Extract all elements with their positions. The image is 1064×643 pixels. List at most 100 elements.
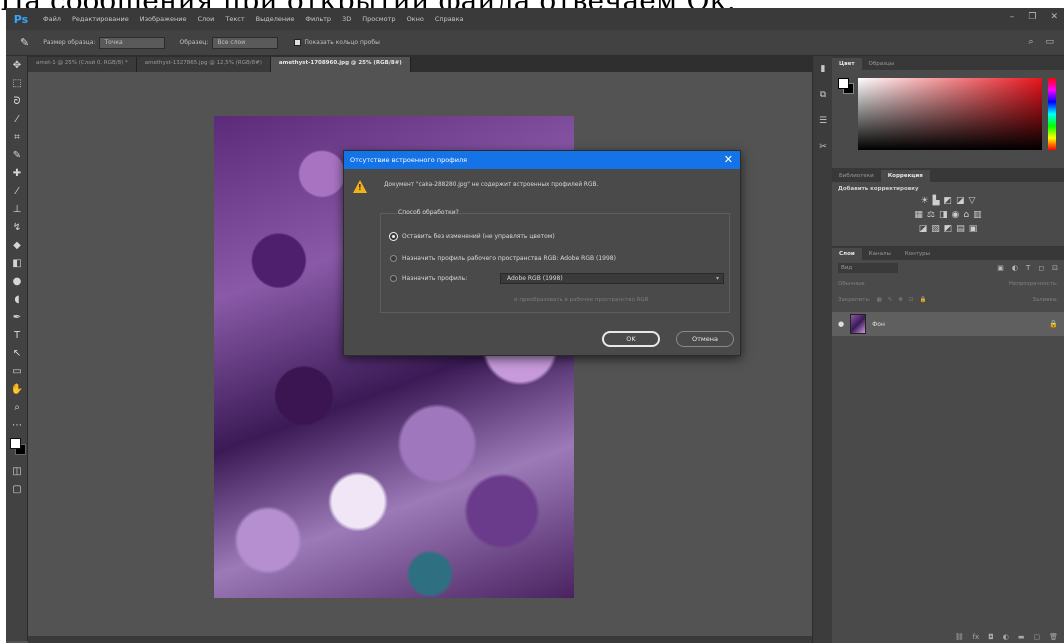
radio-selected[interactable] <box>390 233 397 240</box>
eraser-tool-icon[interactable]: ◆ <box>6 236 28 254</box>
shape-filter-icon[interactable]: ◻ <box>1038 264 1044 272</box>
ok-button[interactable]: OK <box>602 331 660 347</box>
menu-help[interactable]: Справка <box>435 15 464 23</box>
tab-document-2[interactable]: amethyst-1327865.jpg @ 12,5% (RGB/8#) <box>136 57 271 72</box>
tab-color[interactable]: Цвет <box>832 58 862 70</box>
radio[interactable] <box>390 275 397 282</box>
lock-artboard-icon[interactable]: ⊡ <box>909 297 914 303</box>
color-lookup-icon[interactable]: ▥ <box>973 210 982 224</box>
option-leave-as-is[interactable]: Оставить без изменений (не управлять цве… <box>390 233 555 240</box>
close-icon[interactable]: ✕ <box>724 153 733 166</box>
show-ring-checkbox[interactable]: Показать кольцо пробы <box>294 39 380 46</box>
cancel-button[interactable]: Отмена <box>676 331 734 347</box>
tab-swatches[interactable]: Образцы <box>862 61 902 70</box>
mask-icon[interactable]: ◘ <box>988 633 994 641</box>
tab-libraries[interactable]: Библиотеки <box>832 173 881 182</box>
tools-preset-icon[interactable]: ✂ <box>813 134 833 160</box>
sample-select[interactable]: Все слои <box>212 36 279 49</box>
brush-tool-icon[interactable]: ⁄ <box>6 182 28 200</box>
tab-paths[interactable]: Контуры <box>898 251 937 260</box>
color-swatches[interactable] <box>6 434 28 462</box>
panel-foreground-color[interactable] <box>838 78 849 89</box>
histogram-icon[interactable]: ▮ <box>813 56 833 82</box>
posterize-icon[interactable]: ▧ <box>931 224 940 238</box>
sample-size-select[interactable]: Точка <box>99 36 166 49</box>
gradient-tool-icon[interactable]: ◧ <box>6 254 28 272</box>
search-icon[interactable]: ⌕ <box>1028 37 1033 47</box>
black-white-icon[interactable]: ◨ <box>939 210 948 224</box>
magic-wand-icon[interactable]: ⁄ <box>6 110 28 128</box>
invert-icon[interactable]: ◪ <box>919 224 928 238</box>
menu-window[interactable]: Окно <box>407 15 424 23</box>
link-icon[interactable]: ⛓ <box>955 633 964 641</box>
menu-image[interactable]: Изображение <box>140 15 187 23</box>
exposure-icon[interactable]: ◪ <box>956 196 965 210</box>
lock-all-icon[interactable]: 🔒 <box>920 297 927 303</box>
trash-icon[interactable]: 🗑 <box>1049 633 1058 641</box>
zoom-tool-icon[interactable]: ⌕ <box>6 398 28 416</box>
crop-tool-icon[interactable]: ⌗ <box>6 128 28 146</box>
pixel-filter-icon[interactable]: ▣ <box>997 264 1004 272</box>
marquee-tool-icon[interactable]: ⬚ <box>6 74 28 92</box>
type-filter-icon[interactable]: T <box>1026 264 1030 272</box>
menu-select[interactable]: Выделение <box>256 15 295 23</box>
radio[interactable] <box>390 255 397 262</box>
more-tools-icon[interactable]: ⋯ <box>6 416 28 434</box>
checkbox-box[interactable] <box>294 39 302 46</box>
lock-paint-icon[interactable]: ✎ <box>888 297 893 303</box>
blur-tool-icon[interactable]: ● <box>6 272 28 290</box>
option-assign-working[interactable]: Назначить профиль рабочего пространства … <box>390 255 616 262</box>
eyedropper-tool-icon[interactable]: ✎ <box>6 146 28 164</box>
lock-pixels-icon[interactable]: ▦ <box>877 297 882 303</box>
hand-tool-icon[interactable]: ✋ <box>6 380 28 398</box>
tab-layers[interactable]: Слои <box>832 248 862 260</box>
eyedropper-icon[interactable]: ✎ <box>20 36 29 49</box>
screen-mode-icon[interactable]: ▢ <box>6 480 28 498</box>
dodge-tool-icon[interactable]: ◖ <box>6 290 28 308</box>
layer-name[interactable]: Фон <box>872 321 885 328</box>
tab-document-1[interactable]: amet-1 @ 25% (Слой 0, RGB/8) * <box>28 57 137 72</box>
menu-file[interactable]: Файл <box>43 15 61 23</box>
menu-filter[interactable]: Фильтр <box>305 15 331 23</box>
blend-mode-select[interactable]: Обычные <box>838 281 865 287</box>
threshold-icon[interactable]: ◩ <box>944 224 953 238</box>
history-brush-icon[interactable]: ↯ <box>6 218 28 236</box>
path-select-icon[interactable]: ↖ <box>6 344 28 362</box>
curves-icon[interactable]: ◩ <box>944 196 953 210</box>
close-icon[interactable]: ✕ <box>1050 12 1058 22</box>
group-icon[interactable]: ▬ <box>1018 633 1025 641</box>
eye-icon[interactable]: ● <box>838 320 844 328</box>
menu-3d[interactable]: 3D <box>342 15 351 23</box>
photo-filter-icon[interactable]: ◉ <box>952 210 960 224</box>
brightness-icon[interactable]: ☀ <box>921 196 929 210</box>
menu-layers[interactable]: Слои <box>197 15 214 23</box>
new-layer-icon[interactable]: ▢ <box>1033 633 1040 641</box>
layer-filter-select[interactable]: Вид <box>838 263 898 273</box>
history-icon[interactable]: ⧉ <box>813 82 833 108</box>
rectangle-tool-icon[interactable]: ▭ <box>6 362 28 380</box>
pen-tool-icon[interactable]: ✒ <box>6 308 28 326</box>
menu-type[interactable]: Текст <box>225 15 244 23</box>
profile-select[interactable]: Adobe RGB (1998) ▾ <box>500 273 724 284</box>
smart-filter-icon[interactable]: ⊡ <box>1052 264 1058 272</box>
color-balance-icon[interactable]: ⚖ <box>927 210 935 224</box>
tab-channels[interactable]: Каналы <box>862 251 898 260</box>
menu-edit[interactable]: Редактирование <box>72 15 129 23</box>
minimize-icon[interactable]: – <box>1010 12 1015 22</box>
lock-move-icon[interactable]: ✥ <box>898 297 903 303</box>
adjustment-filter-icon[interactable]: ◐ <box>1012 264 1018 272</box>
workspace-icon[interactable]: ▭ <box>1045 37 1054 47</box>
levels-icon[interactable]: ▙ <box>933 196 940 210</box>
healing-brush-icon[interactable]: ✚ <box>6 164 28 182</box>
fx-icon[interactable]: fx <box>973 633 980 641</box>
layer-row[interactable]: ● Фон 🔒 <box>832 312 1064 336</box>
tab-adjustments[interactable]: Коррекция <box>880 170 930 182</box>
channel-mixer-icon[interactable]: ⌂ <box>963 210 969 224</box>
move-tool-icon[interactable]: ✥ <box>6 56 28 74</box>
vibrance-icon[interactable]: ▽ <box>969 196 976 210</box>
adjustment-layer-icon[interactable]: ◐ <box>1003 633 1009 641</box>
properties-icon[interactable]: ☰ <box>813 108 833 134</box>
menu-view[interactable]: Просмотр <box>362 15 395 23</box>
option-assign-profile[interactable]: Назначить профиль: <box>390 275 467 282</box>
selective-color-icon[interactable]: ▣ <box>969 224 978 238</box>
